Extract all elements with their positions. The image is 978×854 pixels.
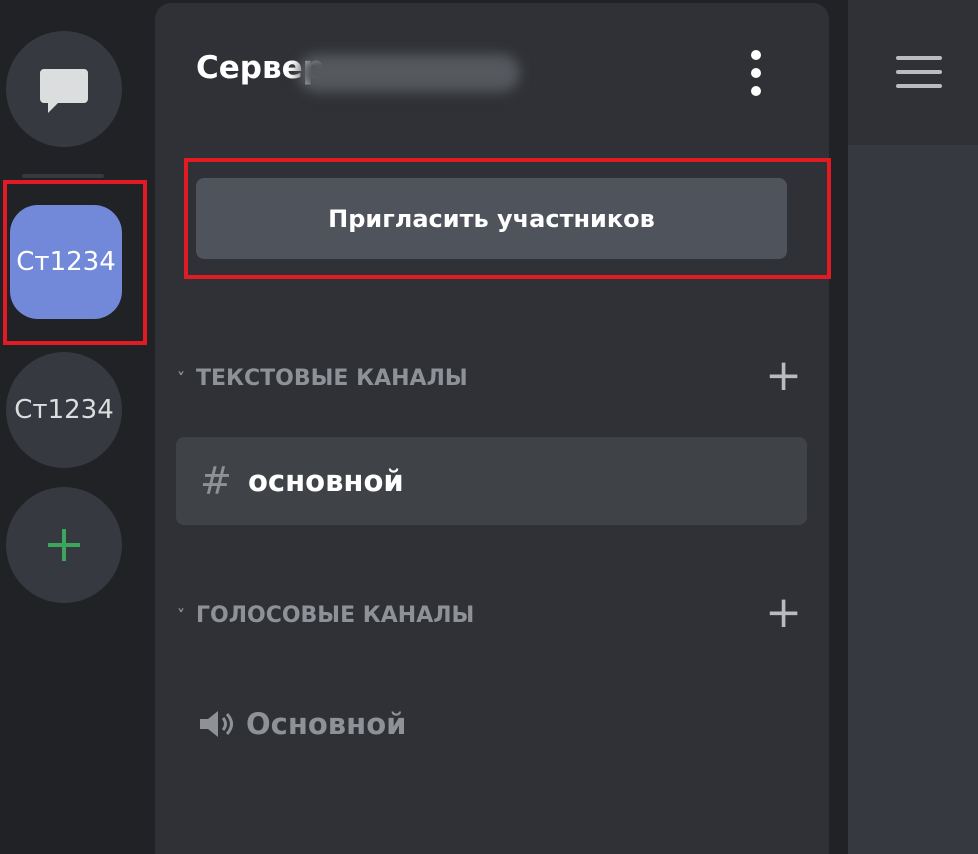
chevron-down-icon: ˅ [177,368,185,388]
speaker-icon [196,704,236,744]
more-vertical-icon[interactable] [743,50,769,96]
server-icon[interactable]: Ст1234 [6,352,122,468]
add-channel-button[interactable]: + [765,591,802,635]
invite-members-button[interactable]: Пригласить участников [196,178,787,259]
server-label: Ст1234 [14,395,114,425]
direct-messages-button[interactable] [6,31,122,147]
channel-item-voice[interactable]: Основной [196,704,406,744]
rail-separator [22,174,104,178]
redacted-text [298,54,520,92]
server-icon-active[interactable]: Ст1234 [10,205,122,319]
add-channel-button[interactable]: + [765,354,802,398]
category-label: ТЕКСТОВЫЕ КАНАЛЫ [196,365,468,391]
channel-label: Основной [246,707,407,741]
chevron-down-icon: ˅ [177,605,185,625]
add-server-button[interactable] [6,487,122,603]
plus-icon [48,529,80,561]
category-label: ГОЛОСОВЫЕ КАНАЛЫ [196,602,475,628]
hash-icon: # [200,459,232,503]
server-rail: Ст1234 Ст1234 [0,0,152,854]
server-label: Ст1234 [16,247,116,277]
category-text-channels[interactable]: ˅ ТЕКСТОВЫЕ КАНАЛЫ + [166,354,806,398]
chat-area [848,145,978,854]
category-voice-channels[interactable]: ˅ ГОЛОСОВЫЕ КАНАЛЫ + [166,591,806,635]
discord-app: Ст1234 Ст1234 Сервер Пригласить участник… [0,0,978,854]
channel-label: основной [248,464,404,498]
hamburger-menu-icon[interactable] [896,56,942,88]
channel-item-text[interactable]: # основной [176,437,807,525]
chat-bubble-icon [40,69,88,113]
